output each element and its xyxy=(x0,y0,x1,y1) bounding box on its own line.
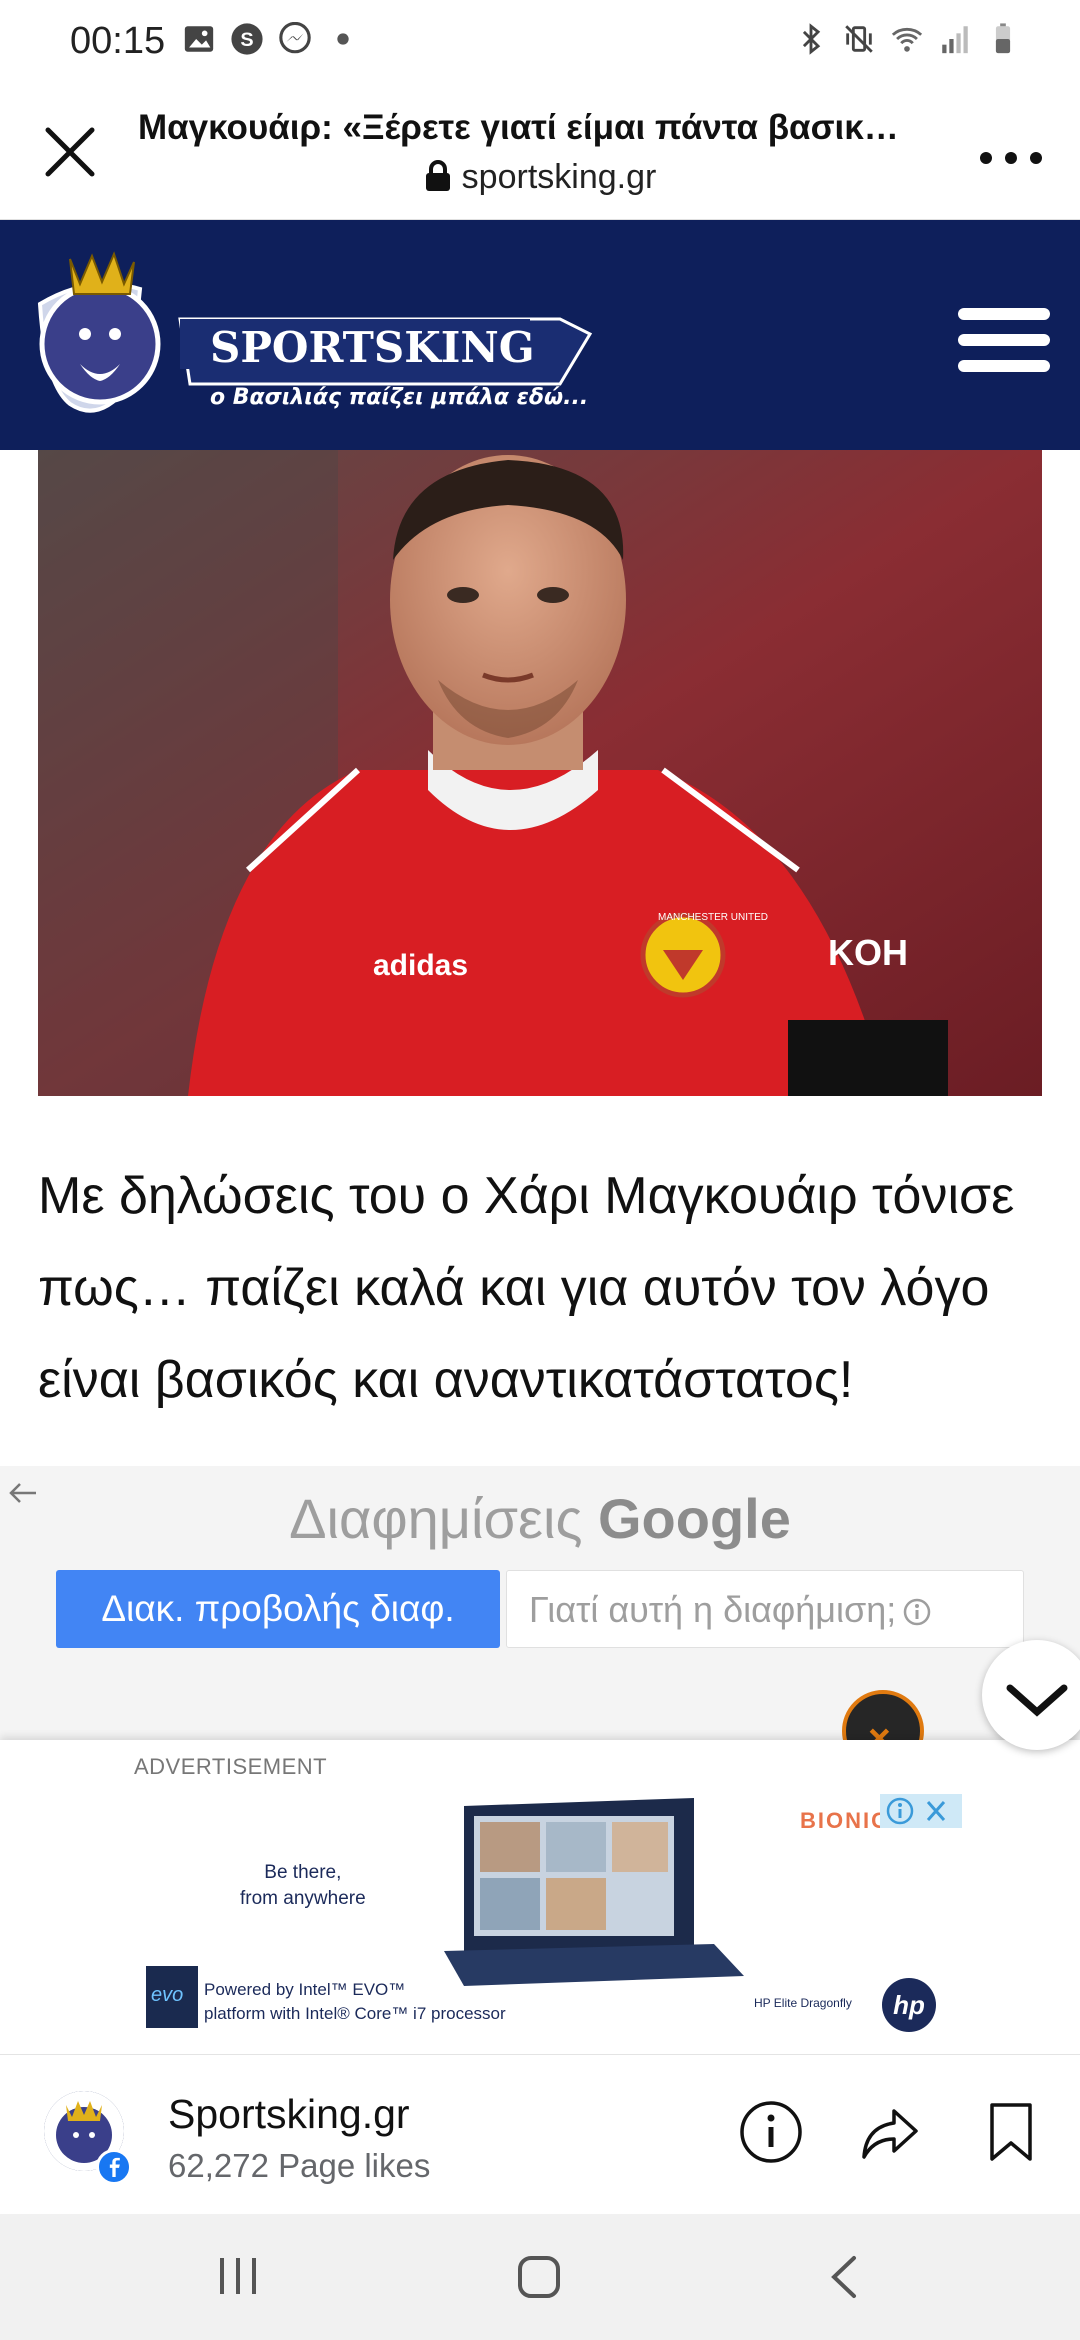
google-ads-panel: Διαφημίσεις Google Διακ. προβολής διαφ. … xyxy=(0,1466,1080,1740)
vibrate-icon xyxy=(845,25,873,53)
advertisement-label: ADVERTISEMENT xyxy=(134,1754,328,1779)
messenger-icon xyxy=(279,22,311,54)
info-icon xyxy=(904,1598,931,1626)
page-url: sportsking.gr xyxy=(0,158,1080,197)
bookmark-icon[interactable] xyxy=(978,2099,1044,2165)
site-header: SPORTSKING ο Βασιλιάς παίζει μπάλα εδώ..… xyxy=(0,220,1080,450)
ad-choices[interactable] xyxy=(880,1794,962,1828)
recent-apps-icon[interactable] xyxy=(216,2256,260,2296)
jersey-sponsor-right: KOH xyxy=(828,932,908,973)
page-likes: 62,272 Page likes xyxy=(168,2147,431,2184)
facebook-icon xyxy=(96,2149,132,2185)
intel-evo-badge: evo xyxy=(146,1966,198,2028)
ad-model: HP Elite Dragonfly xyxy=(754,1996,852,2010)
system-navigation-bar xyxy=(0,2214,1080,2340)
jersey-sponsor-left: adidas xyxy=(373,949,468,982)
google-brand: Google xyxy=(598,1487,791,1550)
ad-powered-line1: Powered by Intel™ EVO™ xyxy=(204,1980,406,1999)
share-icon[interactable] xyxy=(856,2099,922,2165)
ad-powered-text: Powered by Intel™ EVO™ platform with Inte… xyxy=(204,1978,506,2026)
article-lead: Με δηλώσεις του ο Χάρι Μαγκουάιρ τόνισε … xyxy=(38,1167,1015,1409)
adchoices-icon xyxy=(886,1797,946,1825)
ad-powered-line2: platform with Intel® Core™ i7 processor xyxy=(204,2004,506,2023)
why-this-ad-button[interactable]: Γιατί αυτή η διαφήμιση; xyxy=(506,1570,1024,1648)
ad-tagline-line2: from anywhere xyxy=(240,1888,366,1909)
advertisement-banner[interactable]: ADVERTISEMENT Be there, from anywhere BIO… xyxy=(0,1740,1080,2054)
status-notification-icons: S xyxy=(182,22,360,56)
in-app-browser-header: Μαγκουάιρ: «Ξέρετε γιατί είμαι πάντα βασ… xyxy=(0,84,1080,220)
ad-tagline: Be there, from anywhere xyxy=(240,1860,366,1912)
svg-text:S: S xyxy=(240,29,253,51)
crest-text: MANCHESTER UNITED xyxy=(658,912,768,923)
wifi-icon xyxy=(891,27,923,52)
google-ads-title-prefix: Διαφημίσεις xyxy=(289,1487,583,1550)
home-icon[interactable] xyxy=(516,2254,562,2300)
page-title: Μαγκουάιρ: «Ξέρετε γιατί είμαι πάντα βασ… xyxy=(138,108,899,147)
logo-tagline: ο Βασιλιάς παίζει μπάλα εδώ... xyxy=(210,385,588,410)
lock-icon xyxy=(425,160,450,191)
logo-name: SPORTSKING xyxy=(210,323,535,372)
sportsking-logo[interactable]: SPORTSKING ο Βασιλιάς παίζει μπάλα εδώ..… xyxy=(30,234,600,434)
battery-icon xyxy=(995,23,1011,54)
facebook-page-bar: Sportsking.gr 62,272 Page likes xyxy=(0,2054,1080,2214)
google-ads-title: Διαφημίσεις Google xyxy=(0,1486,1080,1551)
status-system-icons xyxy=(794,22,1020,56)
image-icon xyxy=(184,26,214,52)
s-app-icon: S xyxy=(231,23,263,55)
more-options-icon[interactable] xyxy=(976,138,1046,178)
back-icon[interactable] xyxy=(824,2254,864,2300)
bluetooth-icon xyxy=(802,23,821,55)
dot-icon xyxy=(337,33,349,45)
signal-icon xyxy=(942,26,968,54)
hp-logo: hp xyxy=(882,1978,936,2032)
ad-brand: BIONIC xyxy=(800,1808,889,1833)
page-name[interactable]: Sportsking.gr xyxy=(168,2091,410,2138)
status-time: 00:15 xyxy=(70,20,166,62)
player-photo: adidas KOH MANCHESTER UNITED xyxy=(38,450,1042,1096)
status-bar: 00:15 S xyxy=(0,0,1080,84)
why-this-ad-label: Γιατί αυτή η διαφήμιση; xyxy=(529,1589,897,1630)
stop-seeing-ad-button[interactable]: Διακ. προβολής διαφ. xyxy=(56,1570,500,1648)
hamburger-menu-icon[interactable] xyxy=(958,308,1050,372)
article-hero-image: adidas KOH MANCHESTER UNITED xyxy=(38,450,1042,1096)
evo-label: evo xyxy=(151,1984,184,2006)
url-text: sportsking.gr xyxy=(461,158,657,196)
info-icon[interactable] xyxy=(738,2099,804,2165)
ad-tagline-line1: Be there, xyxy=(264,1862,342,1883)
